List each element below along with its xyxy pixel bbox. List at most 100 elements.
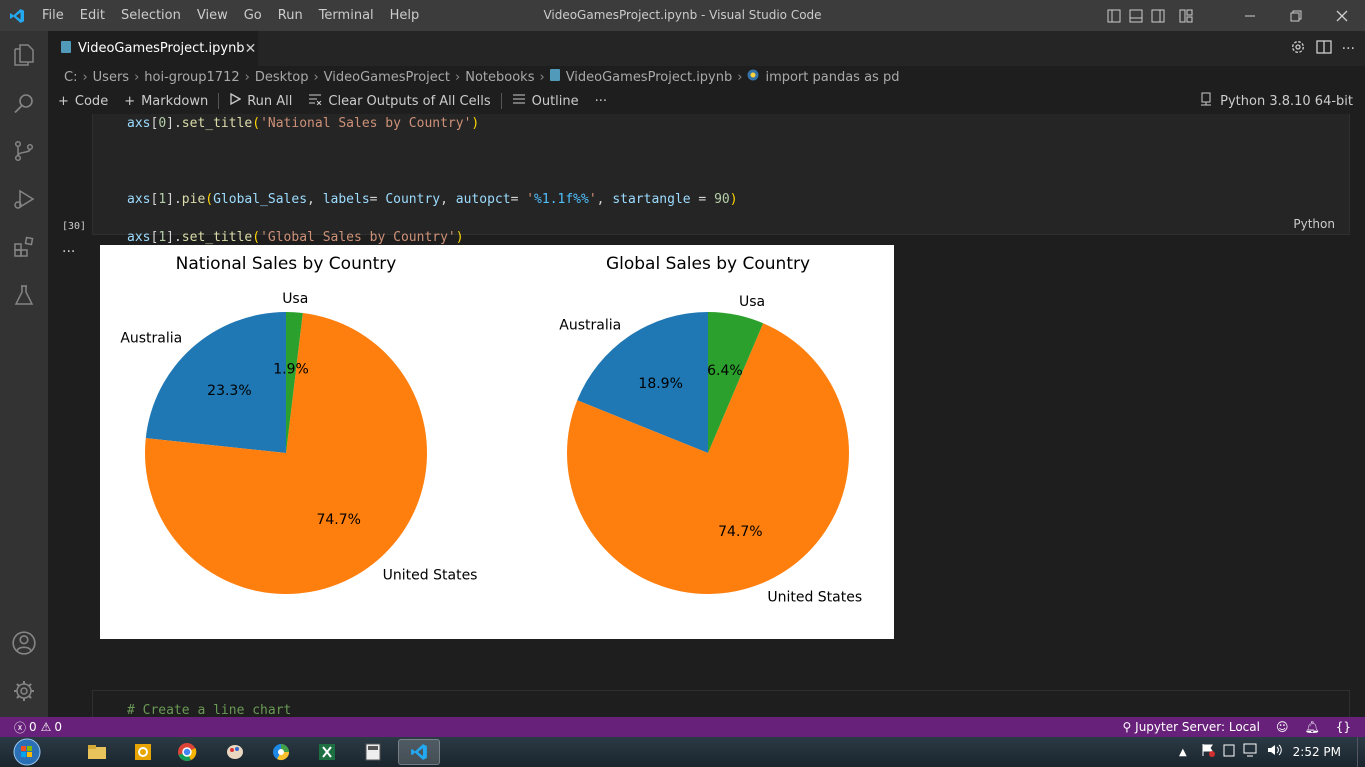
add-code-cell-button[interactable]: + Code (58, 94, 108, 109)
menu-go[interactable]: Go (236, 0, 270, 31)
clear-outputs-button[interactable]: Clear Outputs of All Cells (308, 93, 491, 109)
breadcrumb-desktop[interactable]: Desktop (255, 70, 309, 85)
activity-bar (0, 31, 48, 717)
problems-indicator[interactable]: ⓧ 0 ⚠ 0 (0, 719, 62, 736)
breadcrumb-file[interactable]: VideoGamesProject.ipynb (566, 70, 733, 85)
cell-output-figure: National Sales by Country 23.3% Australia… (100, 245, 894, 639)
code-cell[interactable]: axs[0].set_title('National Sales by Coun… (92, 114, 1350, 283)
restore-icon[interactable] (1273, 0, 1319, 31)
pie-global: 18.9% Australia 74.7% United States 6.4% Usa (559, 294, 862, 605)
system-tray: ▲ 2:52 PM (1179, 737, 1365, 767)
taskbar-file-explorer-icon[interactable] (76, 739, 118, 765)
menu-terminal[interactable]: Terminal (311, 0, 382, 31)
add-markdown-cell-button[interactable]: + Markdown (124, 94, 208, 109)
toggle-primary-sidebar-icon[interactable] (1103, 0, 1125, 31)
pie-percent-label: 23.3% (207, 383, 251, 399)
warning-icon: ⚠ (40, 720, 52, 734)
taskbar-excel-icon[interactable] (306, 739, 348, 765)
notebook-settings-gear-icon[interactable] (1290, 39, 1306, 59)
testing-flask-icon[interactable] (0, 271, 48, 319)
minimize-icon[interactable] (1227, 0, 1273, 31)
code-line-1: axs[0].set_title('National Sales by Coun… (127, 116, 480, 131)
outline-button[interactable]: Outline (512, 93, 579, 109)
run-all-button[interactable]: Run All (229, 92, 292, 109)
breadcrumb: C: › Users › hoi-group1712 › Desktop › Video… (48, 66, 1365, 88)
menu-selection[interactable]: Selection (113, 0, 189, 31)
clock-time[interactable]: 2:52 PM (1293, 745, 1341, 759)
notifications-bell-icon[interactable]: 🔔︎ (1304, 720, 1319, 734)
toolbar-more-button[interactable]: ··· (595, 94, 607, 109)
split-editor-icon[interactable] (1315, 39, 1332, 59)
jupyter-server-status[interactable]: ⚲ Jupyter Server: Local (1123, 720, 1260, 734)
tab-videogamesproject[interactable]: VideoGamesProject.ipynb ✕ (48, 31, 258, 66)
settings-gear-icon[interactable] (0, 667, 48, 715)
toggle-secondary-sidebar-icon[interactable] (1147, 0, 1169, 31)
menu-run[interactable]: Run (270, 0, 311, 31)
add-markdown-label: Markdown (141, 93, 209, 109)
next-code-cell[interactable]: # Create a line chart (92, 690, 1350, 717)
breadcrumb-notebooks[interactable]: Notebooks (465, 70, 534, 85)
cell-language-label[interactable]: Python (1293, 217, 1335, 231)
network-icon[interactable] (1243, 743, 1259, 761)
output-more-button[interactable]: ··· (62, 244, 75, 260)
chart-title-national: National Sales by Country (176, 254, 397, 274)
menu-edit[interactable]: Edit (72, 0, 113, 31)
breadcrumb-drive[interactable]: C: (64, 70, 77, 85)
plug-icon: ⚲ (1122, 720, 1136, 734)
show-desktop-button[interactable] (1357, 737, 1365, 767)
search-icon[interactable] (0, 79, 48, 127)
source-control-icon[interactable] (0, 127, 48, 175)
accounts-icon[interactable] (0, 619, 48, 667)
show-hidden-icons-icon[interactable]: ▲ (1179, 747, 1187, 758)
volume-icon[interactable] (1267, 743, 1283, 761)
pie-percent-label: 74.7% (718, 524, 762, 540)
taskbar-chrome-icon[interactable] (166, 739, 208, 765)
run-debug-icon[interactable] (0, 175, 48, 223)
pie-percent-label: 1.9% (273, 362, 309, 378)
breadcrumb-user[interactable]: hoi-group1712 (144, 70, 239, 85)
breadcrumb-cell[interactable]: import pandas as pd (765, 70, 899, 85)
warning-count: 0 (54, 720, 63, 734)
run-all-icon (229, 92, 242, 109)
taskbar-calculator-icon[interactable] (352, 739, 394, 765)
pie-national: 23.3% Australia 74.7% United States 1.9% Usa (120, 291, 477, 594)
customize-layout-icon[interactable] (1175, 0, 1197, 31)
vscode-logo-icon (0, 0, 34, 31)
windows-start-icon[interactable] (8, 737, 46, 767)
chart-title-global: Global Sales by Country (606, 254, 810, 274)
tab-label: VideoGamesProject.ipynb (78, 41, 245, 56)
taskbar-outlook-icon[interactable] (122, 739, 164, 765)
pie-category-label: Australia (559, 317, 621, 333)
braces-icon[interactable]: {} (1336, 720, 1351, 734)
plus-icon: + (124, 93, 136, 109)
tab-close-icon[interactable]: ✕ (245, 41, 257, 57)
close-window-icon[interactable] (1319, 0, 1365, 31)
taskbar-vscode-icon[interactable] (398, 739, 440, 765)
taskbar-paint-icon[interactable] (214, 739, 256, 765)
notebook-file-icon (549, 69, 560, 85)
toggle-panel-icon[interactable] (1125, 0, 1147, 31)
action-center-flag-icon[interactable] (1201, 743, 1215, 761)
menu-view[interactable]: View (189, 0, 236, 31)
status-right: ⚲ Jupyter Server: Local ☺ 🔔︎ {} (1123, 717, 1351, 737)
error-count: 0 (29, 720, 37, 734)
title-controls (1103, 0, 1365, 31)
kernel-picker[interactable]: Python 3.8.10 64-bit (1200, 88, 1353, 114)
breadcrumb-users[interactable]: Users (93, 70, 129, 85)
execution-count: [30] (62, 221, 87, 232)
outline-label: Outline (531, 93, 579, 109)
feedback-icon[interactable]: ☺ (1276, 720, 1289, 734)
menu-file[interactable]: File (34, 0, 72, 31)
device-icon[interactable] (1223, 743, 1235, 761)
editor-tab-bar: VideoGamesProject.ipynb ✕ ··· (48, 31, 1365, 66)
chevron-right-icon: › (455, 69, 461, 85)
extensions-icon[interactable] (0, 223, 48, 271)
plus-icon: + (58, 93, 69, 109)
explorer-icon[interactable] (0, 31, 48, 79)
taskbar-edge-icon[interactable] (260, 739, 302, 765)
pie-category-label: Australia (120, 331, 182, 347)
breadcrumb-project[interactable]: VideoGamesProject (324, 70, 450, 85)
more-actions-icon[interactable]: ··· (1342, 41, 1355, 57)
menu-help[interactable]: Help (382, 0, 428, 31)
